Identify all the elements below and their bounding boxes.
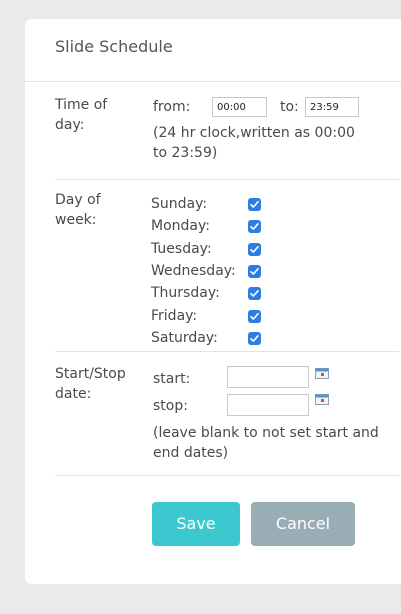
check-icon xyxy=(250,290,259,297)
from-label: from: xyxy=(153,99,191,115)
save-button[interactable]: Save xyxy=(152,502,240,546)
day-label: Tuesday: xyxy=(151,240,212,257)
divider xyxy=(55,351,399,352)
day-label: Thursday: xyxy=(151,285,220,302)
start-stop-date-label: Start/Stop date: xyxy=(55,366,126,402)
calendar-icon[interactable] xyxy=(315,393,329,405)
check-icon xyxy=(250,312,259,320)
day-label: Saturday: xyxy=(151,329,218,346)
dialog-title: Slide Schedule xyxy=(55,37,173,56)
dialog-header: Slide Schedule xyxy=(25,19,401,82)
divider xyxy=(55,179,399,180)
day-checkbox[interactable] xyxy=(248,242,261,256)
date-blank-note: (leave blank to not set start and end da… xyxy=(153,425,379,461)
check-icon xyxy=(250,334,259,342)
day-label: Friday: xyxy=(151,307,198,324)
to-label: to: xyxy=(280,99,299,115)
start-date-input[interactable] xyxy=(227,366,309,388)
day-checkbox[interactable] xyxy=(248,331,261,345)
check-icon xyxy=(250,267,259,275)
cancel-button[interactable]: Cancel xyxy=(251,502,355,546)
check-icon xyxy=(250,223,259,231)
divider xyxy=(55,475,399,476)
day-checkbox[interactable] xyxy=(248,264,261,278)
calendar-icon[interactable] xyxy=(315,367,329,379)
day-checkbox[interactable] xyxy=(248,309,261,323)
day-checkbox[interactable] xyxy=(248,287,261,301)
day-checkbox[interactable] xyxy=(248,198,261,211)
stop-label: stop: xyxy=(153,398,188,414)
day-label: Monday: xyxy=(151,218,210,235)
to-time-input[interactable]: 23:59 xyxy=(305,97,359,117)
day-label: Wednesday: xyxy=(151,262,236,279)
start-label: start: xyxy=(153,371,191,387)
day-checkbox[interactable] xyxy=(248,220,261,234)
slide-schedule-dialog: Slide Schedule Time of day: from: 00:00 … xyxy=(25,19,401,584)
check-icon xyxy=(250,201,259,208)
stop-date-input[interactable] xyxy=(227,394,309,416)
from-time-input[interactable]: 00:00 xyxy=(212,97,267,117)
time-of-day-label: Time of day: xyxy=(55,97,108,133)
day-label: Sunday: xyxy=(151,196,208,212)
check-icon xyxy=(250,245,259,253)
time-format-note: (24 hr clock,written as 00:00 to 23:59) xyxy=(153,125,355,161)
day-of-week-label: Day of week: xyxy=(55,192,101,228)
